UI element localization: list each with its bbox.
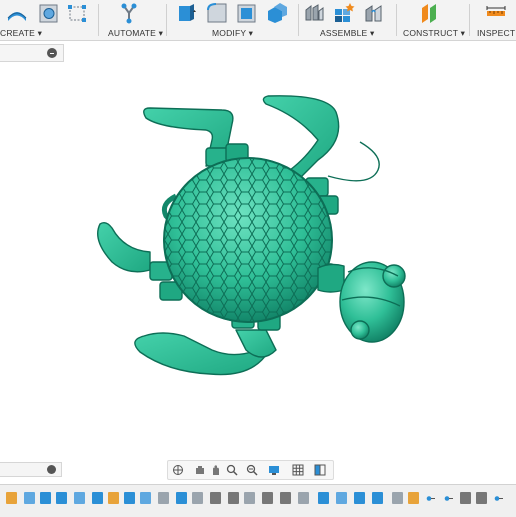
timeline-feature[interactable] <box>476 492 487 504</box>
create-menu[interactable]: CREATE ▾ <box>0 28 42 39</box>
timeline-feature[interactable] <box>92 492 103 504</box>
pan-icon[interactable] <box>210 464 222 476</box>
offset-plane-icon[interactable] <box>419 2 441 24</box>
measure-icon[interactable] <box>485 2 507 24</box>
timeline-feature[interactable] <box>158 492 169 504</box>
separator <box>469 4 470 36</box>
timeline-marker[interactable] <box>494 496 503 501</box>
timeline-feature[interactable] <box>244 492 255 504</box>
timeline-feature[interactable] <box>124 492 135 504</box>
fillet-icon[interactable] <box>206 2 228 24</box>
timeline-feature[interactable] <box>262 492 273 504</box>
modify-menu[interactable]: MODIFY ▾ <box>212 28 253 39</box>
timeline-feature[interactable] <box>318 492 329 504</box>
viewports-icon[interactable] <box>314 464 326 476</box>
inspect-menu[interactable]: INSPECT ▾ <box>477 28 516 39</box>
collapse-icon[interactable] <box>47 48 57 58</box>
timeline-feature[interactable] <box>40 492 51 504</box>
zoom-icon[interactable] <box>226 464 238 476</box>
timeline-feature[interactable] <box>108 492 119 504</box>
timeline-feature[interactable] <box>460 492 471 504</box>
separator <box>396 4 397 36</box>
timeline-feature[interactable] <box>176 492 187 504</box>
combine-icon[interactable] <box>266 2 288 24</box>
timeline-feature[interactable] <box>298 492 309 504</box>
extrude-icon[interactable] <box>6 2 28 24</box>
timeline-feature[interactable] <box>56 492 67 504</box>
zoom-window-icon[interactable] <box>246 464 258 476</box>
browser-panel[interactable] <box>0 44 64 62</box>
timeline-feature[interactable] <box>6 492 17 504</box>
timeline-feature[interactable] <box>372 492 383 504</box>
press-pull-icon[interactable] <box>176 2 198 24</box>
sketch-box-icon[interactable] <box>66 2 88 24</box>
timeline-marker[interactable] <box>426 496 435 501</box>
timeline-feature[interactable] <box>408 492 419 504</box>
look-at-icon[interactable] <box>194 464 206 476</box>
grid-icon[interactable] <box>292 464 304 476</box>
navigation-bar <box>167 460 334 480</box>
timeline <box>0 484 516 517</box>
turtle-model[interactable] <box>0 62 516 460</box>
collapse-icon[interactable] <box>47 465 56 474</box>
construct-menu[interactable]: CONSTRUCT ▾ <box>403 28 465 39</box>
separator <box>98 4 99 36</box>
timeline-feature[interactable] <box>336 492 347 504</box>
separator <box>166 4 167 36</box>
assemble-menu[interactable]: ASSEMBLE ▾ <box>320 28 374 39</box>
new-component-icon[interactable] <box>333 2 355 24</box>
timeline-feature[interactable] <box>354 492 365 504</box>
shell-icon[interactable] <box>236 2 258 24</box>
timeline-feature[interactable] <box>140 492 151 504</box>
separator <box>298 4 299 36</box>
display-settings-icon[interactable] <box>268 464 280 476</box>
timeline-feature[interactable] <box>392 492 403 504</box>
timeline-feature[interactable] <box>228 492 239 504</box>
orbit-icon[interactable] <box>172 464 184 476</box>
timeline-feature[interactable] <box>24 492 35 504</box>
comments-panel[interactable] <box>0 462 62 477</box>
timeline-feature[interactable] <box>192 492 203 504</box>
as-built-joint-icon[interactable] <box>363 2 385 24</box>
timeline-feature[interactable] <box>210 492 221 504</box>
revolve-icon[interactable] <box>38 2 60 24</box>
timeline-marker[interactable] <box>444 496 453 501</box>
automate-icon[interactable] <box>118 2 140 24</box>
timeline-feature[interactable] <box>280 492 291 504</box>
canvas-viewport[interactable] <box>0 62 516 460</box>
joint-icon[interactable] <box>303 2 325 24</box>
automate-menu[interactable]: AUTOMATE ▾ <box>108 28 163 39</box>
toolbar-ribbon: CREATE ▾ AUTOMATE ▾ MODIFY ▾ ASSEMBLE ▾ … <box>0 0 516 41</box>
timeline-feature[interactable] <box>74 492 85 504</box>
